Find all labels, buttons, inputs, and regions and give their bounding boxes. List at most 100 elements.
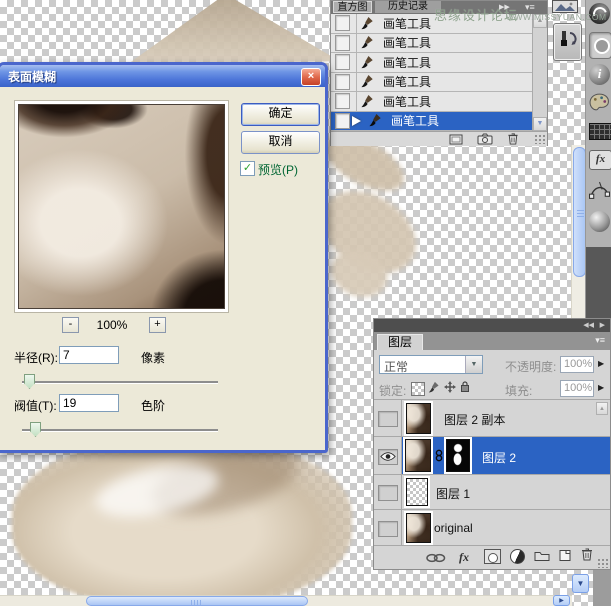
tab-history[interactable]: 历史记录 [375,1,441,13]
add-mask-icon[interactable] [484,549,501,564]
layers-list: 图层 2 副本 图层 2 图层 1 [374,399,610,546]
link-layers-icon[interactable] [426,553,446,563]
pen-path-icon[interactable] [589,179,610,202]
layer-name[interactable]: 图层 2 副本 [444,411,505,428]
horizontal-scrollbar-thumb[interactable] [86,596,308,606]
horizontal-scrollbar[interactable] [0,595,572,606]
visibility-toggle[interactable] [378,411,398,427]
layer-row[interactable]: 图层 1 [374,475,610,510]
layer-thumbnail[interactable] [406,403,431,434]
adjustment-layer-icon[interactable] [510,549,525,564]
scroll-down-button[interactable]: ▼ [572,574,589,593]
mask-circle-icon[interactable] [589,32,611,59]
palette-icon[interactable] [589,93,610,113]
photoshop-workspace: ▼ ▶ i fx 直方图 历史记录 [0,0,611,606]
swatches-icon[interactable] [589,123,611,140]
threshold-input[interactable] [59,394,119,412]
mask-link-icon[interactable] [435,449,443,462]
cancel-button[interactable]: 取消 [241,131,320,154]
fx-icon[interactable]: fx [589,150,611,170]
panel-menu-icon[interactable]: ▾≡ [595,335,605,346]
opacity-value[interactable]: 100% [560,356,594,373]
layer-thumbnail[interactable] [406,513,431,543]
history-dock-button[interactable] [553,23,582,61]
blend-mode-select[interactable]: 正常 ▼ [379,355,483,374]
radius-slider-track[interactable] [22,381,218,383]
preview-checkbox[interactable]: ✓ [240,161,255,176]
fill-spinner-icon[interactable]: ▶ [598,383,604,392]
zoom-out-button[interactable]: - [62,317,79,333]
trash-icon[interactable] [581,547,593,561]
blend-mode-value: 正常 [384,358,408,375]
threshold-unit: 色阶 [141,397,165,414]
layer-thumbnail[interactable] [405,439,431,472]
opacity-spinner-icon[interactable]: ▶ [598,359,604,368]
visibility-column [374,475,402,509]
layer-name[interactable]: 图层 2 [482,449,516,466]
canvas-image-face [12,438,352,606]
layer-row-selected[interactable]: 图层 2 [374,437,610,475]
history-source-checkbox[interactable] [335,74,350,90]
new-document-from-state-icon[interactable] [449,134,463,145]
threshold-slider-thumb[interactable] [30,422,41,437]
visibility-toggle[interactable] [378,521,398,537]
history-scroll-down[interactable]: ▼ [533,117,547,131]
tab-histogram[interactable]: 直方图 [333,1,372,13]
radius-label: 半径(R): [14,349,58,366]
new-layer-icon[interactable] [558,548,572,562]
new-group-icon[interactable] [534,549,550,562]
history-source-checkbox[interactable] [335,93,350,109]
layer-style-fx-icon[interactable]: fx [459,550,469,565]
fill-label: 填充: [505,382,532,399]
history-scrollbar[interactable]: ▲ ▼ [532,14,547,131]
layer-name[interactable]: original [434,521,473,535]
panel-resize-grip[interactable] [597,558,609,568]
info-icon[interactable]: i [589,64,610,85]
chevron-down-icon[interactable]: ▼ [465,356,482,373]
palette-dock: i fx [585,0,611,318]
trash-icon[interactable] [507,132,519,145]
tab-layers[interactable]: 图层 [377,334,423,350]
sphere-icon[interactable] [589,211,610,232]
visibility-toggle[interactable] [378,485,398,501]
layers-panel-titlebar[interactable]: ◀◀ ▶ [374,319,610,332]
filter-preview-frame [14,100,229,313]
history-source-checkbox[interactable] [335,35,350,51]
history-state-row[interactable]: 画笔工具 [331,34,532,54]
lock-all-icon[interactable] [460,380,470,393]
radius-input[interactable] [59,346,119,364]
radius-slider-thumb[interactable] [24,374,35,389]
threshold-slider-track[interactable] [22,429,218,431]
brush-tool-icon [368,113,385,128]
new-snapshot-icon[interactable] [477,133,493,145]
history-source-checkbox[interactable] [335,15,350,31]
history-state-row[interactable]: 画笔工具 [331,73,532,93]
history-state-row[interactable]: 画笔工具 [331,53,532,73]
dialog-titlebar[interactable]: 表面模糊 × [0,65,325,87]
history-source-checkbox[interactable] [335,113,350,129]
close-icon[interactable]: × [301,68,321,86]
layer-row[interactable]: original [374,510,610,546]
fill-value[interactable]: 100% [560,380,594,397]
layer-row[interactable]: 图层 2 副本 [374,400,610,437]
expand-arrow-icon[interactable]: ▶ [600,319,605,332]
lock-paint-icon[interactable] [428,381,441,394]
layers-scroll-up[interactable]: ▲ [596,402,608,415]
filter-preview-image[interactable] [18,104,225,309]
ok-button[interactable]: 确定 [241,103,320,126]
lock-move-icon[interactable] [444,381,456,393]
lock-transparency-icon[interactable] [411,382,425,396]
visibility-toggle[interactable] [378,449,398,465]
panel-resize-grip[interactable] [534,134,546,144]
surface-blur-dialog: 表面模糊 × - 100% + 半径(R): 像素 阀值(T): 色阶 确定 取… [0,62,328,453]
zoom-in-button[interactable]: + [149,317,166,333]
history-state-row[interactable]: 画笔工具 [331,92,532,112]
history-source-checkbox[interactable] [335,54,350,70]
layer-thumbnail[interactable] [406,478,428,506]
layer-name[interactable]: 图层 1 [436,485,470,502]
visibility-column [374,400,402,436]
layer-mask-thumbnail[interactable] [446,439,470,472]
history-state-row-selected[interactable]: 画笔工具 [331,112,532,132]
scroll-right-button[interactable]: ▶ [553,595,570,606]
collapse-arrows-icon[interactable]: ◀◀ [583,319,594,332]
